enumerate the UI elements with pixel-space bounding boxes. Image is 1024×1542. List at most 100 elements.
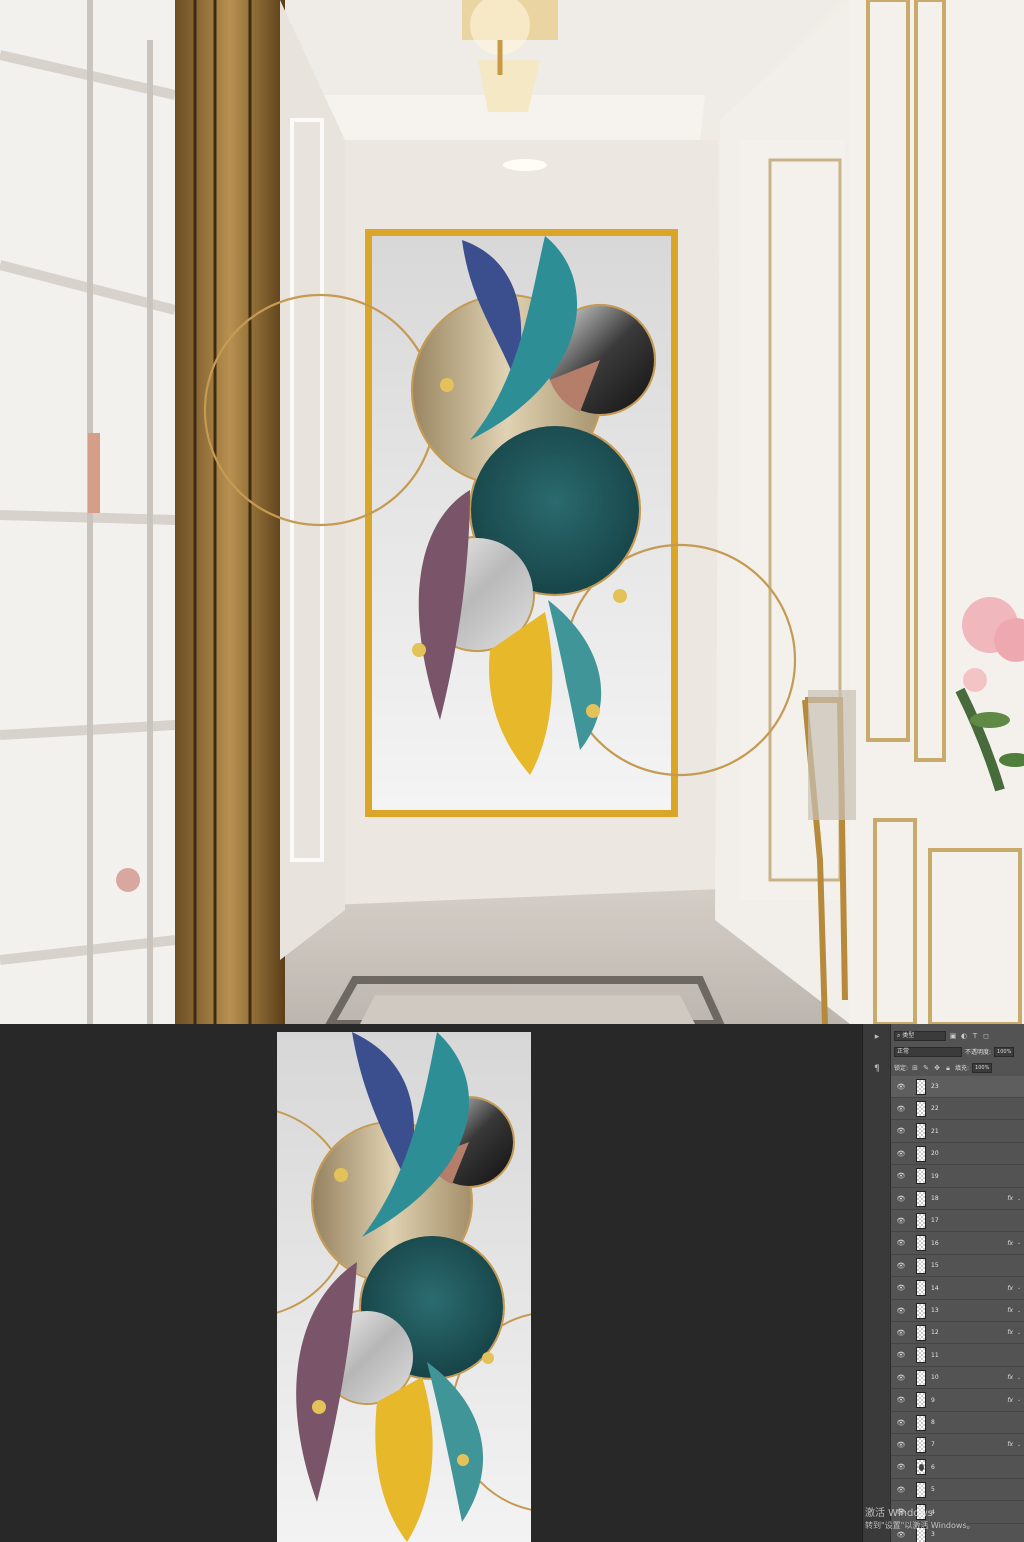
layer-row[interactable]: 👁︎ 18 fx ⌄ [891,1188,1024,1210]
eye-icon[interactable]: 👁︎ [894,1172,908,1180]
opacity-field[interactable]: 100% [994,1046,1015,1057]
layer-name[interactable]: 5 [931,1486,1024,1493]
filter-kind-select[interactable]: ⌕ 类型 [894,1030,946,1041]
eye-icon[interactable]: 👁︎ [894,1374,908,1382]
layer-name[interactable]: 21 [931,1128,1024,1135]
layer-name[interactable]: 18 [931,1195,1007,1202]
layer-name[interactable]: 15 [931,1262,1024,1269]
eye-icon[interactable]: 👁︎ [894,1195,908,1203]
fx-icon[interactable]: fx [1007,1374,1013,1381]
eye-icon[interactable]: 👁︎ [894,1307,908,1315]
layer-name[interactable]: 14 [931,1285,1007,1292]
layer-name[interactable]: 20 [931,1150,1024,1157]
layer-thumbnail[interactable] [916,1168,926,1185]
eye-icon[interactable]: 👁︎ [894,1351,908,1359]
layer-row[interactable]: 👁︎ 7 fx ⌄ [891,1434,1024,1457]
layer-thumbnail[interactable] [916,1369,926,1386]
eye-icon[interactable]: 👁︎ [894,1127,908,1135]
shape-filter-icon[interactable]: ◻ [982,1032,990,1040]
layer-name[interactable]: 19 [931,1173,1024,1180]
layer-name[interactable]: 16 [931,1240,1007,1247]
eye-icon[interactable]: 👁︎ [894,1150,908,1158]
layer-name[interactable]: 13 [931,1307,1007,1314]
layer-row[interactable]: 👁︎ 17 [891,1210,1024,1233]
layer-row[interactable]: 👁︎ 20 [891,1143,1024,1166]
layer-name[interactable]: 10 [931,1374,1007,1381]
eye-icon[interactable]: 👁︎ [894,1441,908,1449]
layer-row[interactable]: 👁︎ 9 fx ⌄ [891,1390,1024,1412]
eye-icon[interactable]: 👁︎ [894,1329,908,1337]
fill-field[interactable]: 100% [972,1062,993,1073]
layer-thumbnail[interactable] [916,1123,926,1140]
layer-name[interactable]: 9 [931,1397,1007,1404]
chevron-icon[interactable]: ⌄ [1017,1240,1022,1246]
layer-name[interactable]: 22 [931,1105,1024,1112]
layer-thumbnail[interactable] [916,1392,926,1409]
layer-name[interactable]: 11 [931,1352,1024,1359]
layer-row[interactable]: 👁︎ 13 fx ⌄ [891,1300,1024,1322]
chevron-icon[interactable]: ⌄ [1017,1397,1022,1403]
eye-icon[interactable]: 👁︎ [894,1105,908,1113]
layer-list[interactable]: 👁︎ 23 👁︎ 22 👁︎ 21 👁︎ 20 👁︎ 19 👁︎ 18 fx ⌄ 👁︎ 17 👁︎ 16 fx ⌄ 👁︎… [891,1076,1024,1542]
paragraph-icon[interactable]: ¶ [872,1064,882,1074]
layer-name[interactable]: 7 [931,1441,1007,1448]
pixel-filter-icon[interactable]: ▣ [949,1032,957,1040]
eye-icon[interactable]: 👁︎ [894,1486,908,1494]
layer-thumbnail[interactable] [916,1324,926,1341]
fx-icon[interactable]: fx [1007,1285,1013,1292]
layer-thumbnail[interactable] [916,1436,926,1453]
layer-row[interactable]: 👁︎ 11 [891,1345,1024,1367]
layer-row[interactable]: 👁︎ 6 [891,1457,1024,1479]
layer-thumbnail[interactable] [916,1212,926,1229]
layer-thumbnail[interactable] [916,1190,926,1207]
fx-icon[interactable]: fx [1007,1397,1013,1404]
chevron-icon[interactable]: ⌄ [1017,1308,1022,1314]
layer-thumbnail[interactable] [916,1257,926,1274]
eye-icon[interactable]: 👁︎ [894,1284,908,1292]
layer-name[interactable]: 8 [931,1419,1024,1426]
eye-icon[interactable]: 👁︎ [894,1396,908,1404]
layer-thumbnail[interactable] [916,1414,926,1431]
adjustment-filter-icon[interactable]: ◐ [960,1032,968,1040]
fx-icon[interactable]: fx [1007,1329,1013,1336]
layer-name[interactable]: 17 [931,1217,1024,1224]
chevron-icon[interactable]: ⌄ [1017,1375,1022,1381]
eye-icon[interactable]: 👁︎ [894,1531,908,1539]
eye-icon[interactable]: 👁︎ [894,1463,908,1471]
layer-row[interactable]: 👁︎ 16 fx ⌄ [891,1233,1024,1255]
editor-workspace[interactable] [0,1024,862,1542]
lock-icon[interactable]: 🔒︎ [944,1064,952,1072]
layer-thumbnail[interactable] [916,1481,926,1498]
layer-thumbnail[interactable] [916,1100,926,1117]
layer-row[interactable]: 👁︎ 22 [891,1098,1024,1121]
layer-row[interactable]: 👁︎ 8 [891,1412,1024,1434]
layer-thumbnail[interactable] [916,1145,926,1162]
layer-thumbnail[interactable] [916,1280,926,1297]
collapse-icon[interactable]: ▸ [872,1032,882,1042]
eye-icon[interactable]: 👁︎ [894,1083,908,1091]
type-filter-icon[interactable]: T [971,1032,979,1040]
layer-row[interactable]: 👁︎ 14 fx ⌄ [891,1278,1024,1300]
lock-paint-icon[interactable]: ✎ [922,1064,930,1072]
lock-transparent-icon[interactable]: ⊞ [911,1064,919,1072]
eye-icon[interactable]: 👁︎ [894,1217,908,1225]
layer-row[interactable]: 👁︎ 5 [891,1479,1024,1502]
fx-icon[interactable]: fx [1007,1441,1013,1448]
document-canvas[interactable] [277,1032,531,1542]
layer-row[interactable]: 👁︎ 23 [891,1076,1024,1098]
layer-thumbnail[interactable] [916,1459,926,1476]
layer-row[interactable]: 👁︎ 21 [891,1121,1024,1143]
layer-row[interactable]: 👁︎ 15 [891,1255,1024,1278]
chevron-icon[interactable]: ⌄ [1017,1285,1022,1291]
blend-mode-select[interactable]: 正常 [894,1046,962,1057]
fx-icon[interactable]: fx [1007,1195,1013,1202]
layer-row[interactable]: 👁︎ 10 fx ⌄ [891,1367,1024,1390]
eye-icon[interactable]: 👁︎ [894,1419,908,1427]
eye-icon[interactable]: 👁︎ [894,1239,908,1247]
layer-thumbnail[interactable] [916,1347,926,1364]
layer-row[interactable]: 👁︎ 12 fx ⌄ [891,1322,1024,1345]
chevron-icon[interactable]: ⌄ [1017,1442,1022,1448]
layer-name[interactable]: 3 [931,1531,1024,1538]
layer-name[interactable]: 23 [931,1083,1024,1090]
layer-thumbnail[interactable] [916,1235,926,1252]
